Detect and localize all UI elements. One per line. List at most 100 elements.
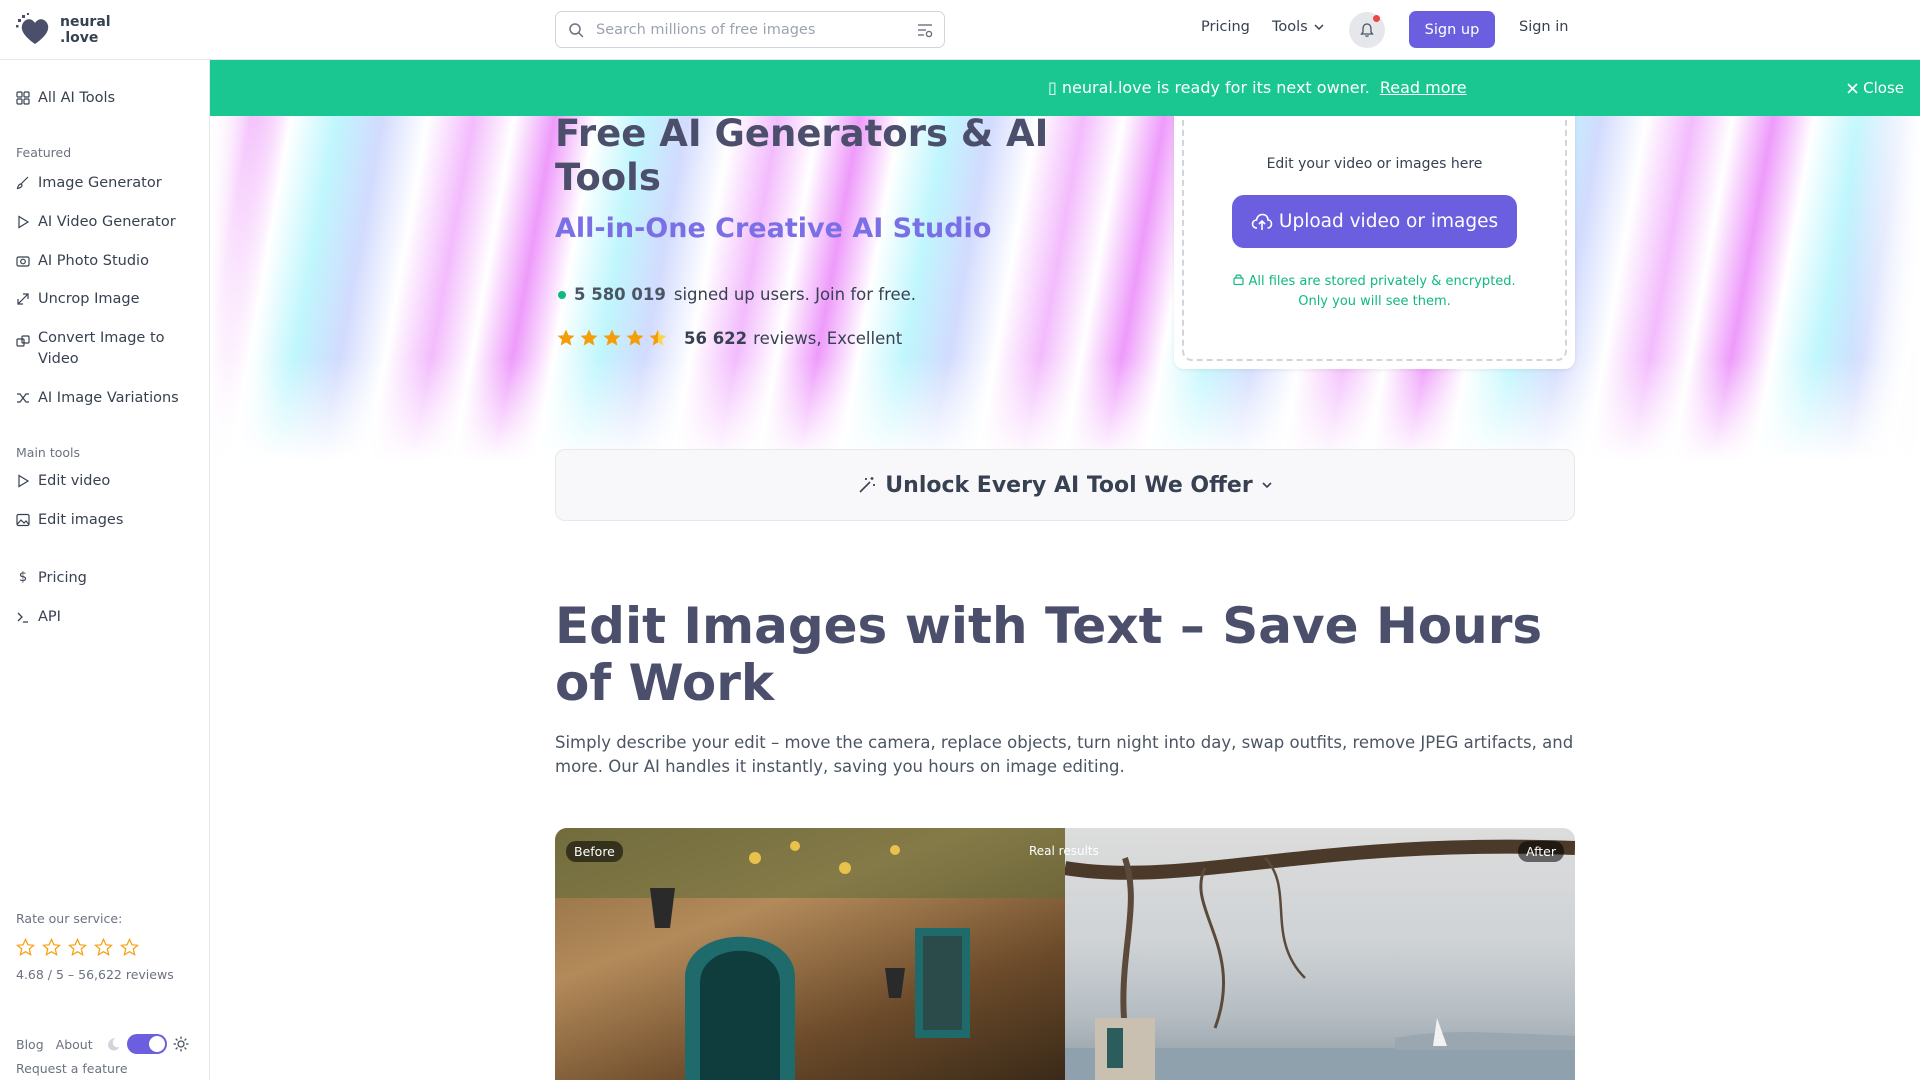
star-outline-icon[interactable] — [120, 938, 139, 957]
blog-link[interactable]: Blog — [16, 1037, 44, 1052]
logo[interactable]: neural .love — [16, 13, 111, 47]
star-outline-icon[interactable] — [42, 938, 61, 957]
theme-toggle[interactable] — [126, 1034, 167, 1054]
logo-text: neural .love — [60, 14, 111, 46]
sidebar-item-label: Pricing — [38, 570, 87, 586]
upload-button-label: Upload video or images — [1278, 211, 1499, 232]
sidebar-item-ai-image-variations[interactable]: AI Image Variations — [16, 388, 179, 409]
lock-icon — [1233, 274, 1244, 286]
section-description: Simply describe your edit – move the cam… — [555, 733, 1574, 776]
star-outline-icon[interactable] — [68, 938, 87, 957]
signed-up-users: 5 580 019 signed up users. Join for free… — [558, 285, 916, 304]
signup-button[interactable]: Sign up — [1409, 11, 1495, 48]
magic-wand-icon — [859, 477, 876, 493]
expand-icon — [17, 293, 29, 305]
star-half-icon — [649, 329, 667, 346]
sidebar-item-label: Edit images — [38, 512, 124, 528]
banner-close-button[interactable]: Close — [1847, 79, 1904, 97]
star-filled-icon — [603, 329, 621, 346]
star-filled-icon — [557, 329, 575, 346]
image-icon — [16, 513, 30, 527]
sidebar-item-image-generator[interactable]: Image Generator — [16, 173, 162, 194]
after-label: After — [1517, 841, 1564, 862]
hero-title: Free AI Generators & AI Tools — [555, 112, 1049, 199]
close-icon — [1847, 82, 1858, 94]
announcement-banner: ▯ neural.love is ready for its next owne… — [210, 60, 1920, 116]
nav-pricing-link[interactable]: Pricing — [1201, 19, 1250, 35]
request-feature-link[interactable]: Request a feature — [16, 1061, 128, 1076]
play-icon — [18, 215, 30, 229]
cloud-upload-icon — [1251, 213, 1273, 230]
logo-line-1: neural — [60, 14, 111, 30]
theme-switcher — [105, 1034, 189, 1054]
sidebar-footer: Blog About — [16, 1034, 189, 1054]
sidebar-item-edit-video[interactable]: Edit video — [16, 471, 110, 492]
sidebar-item-label: AI Image Variations — [38, 390, 179, 406]
heart-logo-icon — [16, 13, 49, 44]
search-bar — [555, 11, 945, 48]
sidebar-item-convert-image-to-video[interactable]: Convert Image to Video — [16, 328, 196, 370]
online-dot — [558, 290, 566, 299]
banner-text: neural.love is ready for its next owner. — [1061, 78, 1370, 97]
before-image — [555, 828, 1065, 1080]
dollar-icon: $ — [18, 570, 28, 585]
sidebar-item-ai-video-generator[interactable]: AI Video Generator — [16, 212, 176, 233]
nav-tools-dropdown[interactable]: Tools — [1272, 19, 1324, 35]
sidebar-item-label: Edit video — [38, 473, 111, 489]
sun-icon — [173, 1036, 189, 1052]
sidebar-item-label: API — [38, 609, 61, 625]
users-count: 5 580 019 — [574, 285, 666, 304]
search-input[interactable] — [596, 18, 896, 42]
unlock-label: Unlock Every AI Tool We Offer — [885, 472, 1253, 498]
terminal-icon — [17, 612, 28, 623]
star-filled-icon — [580, 329, 598, 346]
review-stars — [556, 328, 668, 348]
rate-stars — [16, 938, 139, 957]
star-filled-icon — [626, 329, 644, 346]
sidebar-item-ai-photo-studio[interactable]: AI Photo Studio — [16, 251, 149, 272]
brush-icon — [16, 176, 29, 190]
after-image — [1063, 828, 1575, 1080]
users-text: signed up users. Join for free. — [673, 285, 917, 304]
review-text: reviews, Excellent — [753, 328, 903, 348]
notifications-button[interactable] — [1349, 12, 1385, 48]
review-count: 56 622 — [684, 328, 748, 348]
chevron-down-icon — [1314, 24, 1324, 31]
banner-close-label: Close — [1863, 79, 1904, 97]
hero-subtitle: All-in-One Creative AI Studio — [555, 213, 992, 244]
rate-summary: 4.68 / 5 – 56,622 reviews — [16, 967, 174, 982]
filter-settings-icon[interactable] — [916, 21, 934, 39]
real-results-label: Real results — [1029, 844, 1099, 858]
sidebar-item-label: Convert Image to Video — [38, 330, 165, 367]
before-label: Before — [566, 841, 623, 862]
signin-link[interactable]: Sign in — [1519, 19, 1568, 35]
unlock-tools-dropdown[interactable]: Unlock Every AI Tool We Offer — [555, 449, 1575, 521]
sidebar-item-all-tools[interactable]: All AI Tools — [16, 88, 115, 109]
sidebar-item-label: All AI Tools — [38, 90, 116, 106]
sidebar-item-edit-images[interactable]: Edit images — [16, 510, 123, 531]
sidebar-item-label: AI Video Generator — [38, 214, 176, 230]
banner-glyph: ▯ — [1048, 78, 1057, 97]
privacy-text-1: All files are stored privately & encrypt… — [1248, 274, 1516, 289]
before-scene — [555, 828, 1065, 1080]
chevron-down-icon — [1262, 482, 1272, 489]
star-outline-icon[interactable] — [16, 938, 35, 957]
sidebar-item-api[interactable]: API — [16, 607, 61, 628]
sidebar-item-uncrop-image[interactable]: Uncrop Image — [16, 289, 140, 310]
section-title: Edit Images with Text – Save Hours of Wo… — [555, 597, 1543, 712]
upload-button[interactable]: Upload video or images — [1232, 195, 1517, 248]
toggle-knob — [148, 1036, 165, 1052]
star-outline-icon[interactable] — [94, 938, 113, 957]
privacy-line-2: Only you will see them. — [1298, 294, 1451, 309]
notification-dot — [1373, 15, 1380, 22]
camera-icon — [16, 256, 30, 267]
featured-section-label: Featured — [16, 145, 72, 160]
sidebar-item-label: AI Photo Studio — [38, 253, 149, 269]
read-more-link[interactable]: Read more — [1380, 78, 1467, 97]
banner-content: ▯ neural.love is ready for its next owne… — [1048, 78, 1467, 97]
sidebar-item-pricing[interactable]: $ Pricing — [16, 568, 87, 589]
search-icon — [569, 23, 584, 38]
before-after-comparison[interactable]: Before Real results After — [555, 828, 1575, 1080]
nav-tools-label: Tools — [1272, 19, 1308, 35]
about-link[interactable]: About — [56, 1037, 93, 1052]
